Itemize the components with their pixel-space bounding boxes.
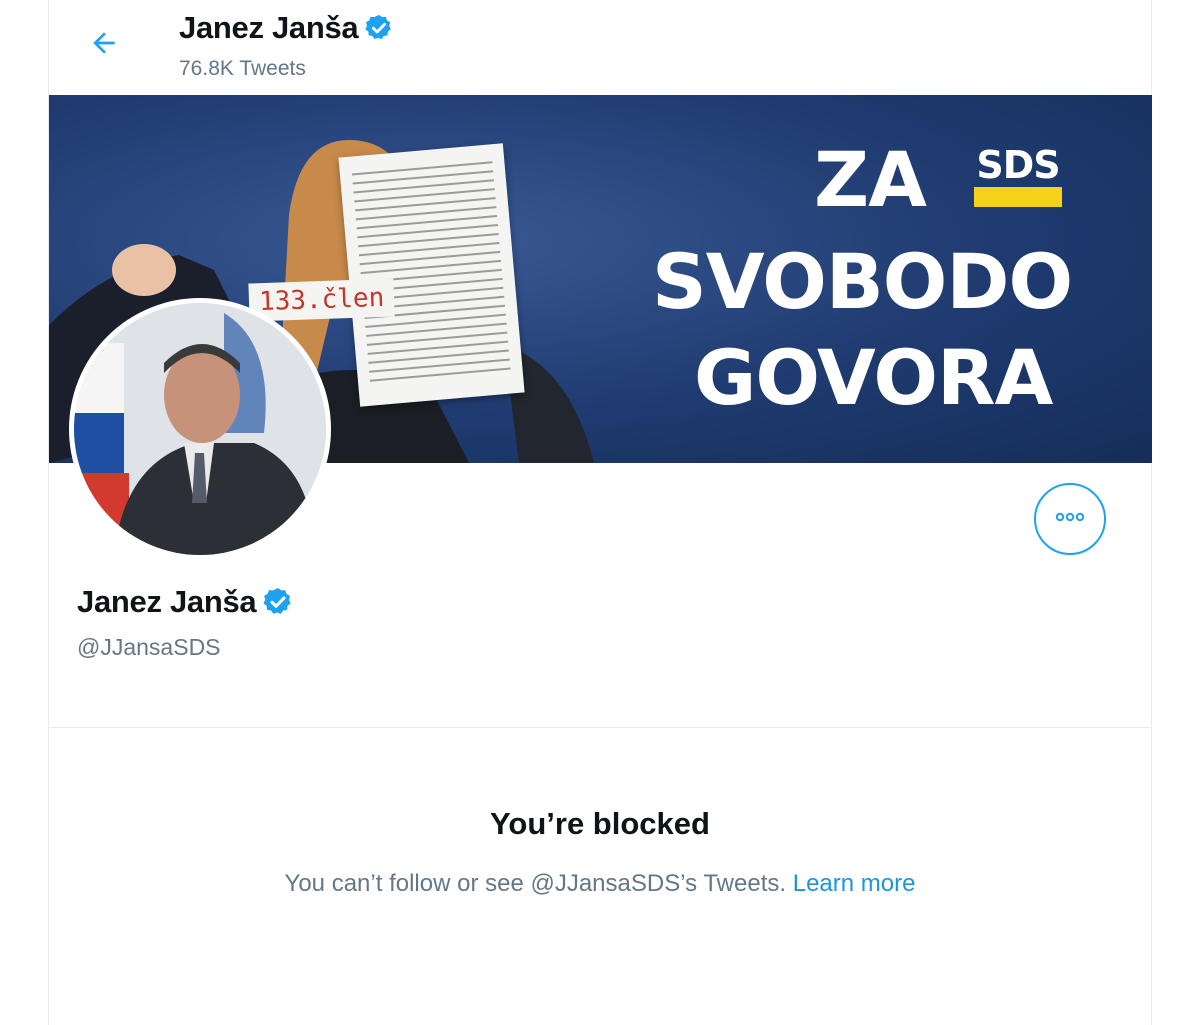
header-title: Janez Janša — [179, 10, 394, 46]
header-name: Janez Janša — [179, 10, 359, 45]
profile-header: Janez Janša 76.8K Tweets — [49, 0, 1151, 95]
sds-logo-text: SDS — [976, 143, 1060, 187]
verified-badge-icon — [364, 13, 394, 43]
blocked-title: You’re blocked — [490, 806, 710, 841]
learn-more-link[interactable]: Learn more — [793, 870, 916, 897]
tweet-count: 76.8K Tweets — [179, 57, 306, 80]
verified-badge-icon — [262, 586, 294, 618]
banner-document — [338, 143, 525, 407]
back-button[interactable] — [79, 20, 129, 70]
profile-name-text: Janez Janša — [77, 584, 257, 619]
avatar-photo — [74, 303, 326, 555]
banner-slogan-line1: ZA — [814, 135, 927, 224]
article-label: 133.člen — [248, 278, 395, 322]
section-divider — [49, 727, 1151, 728]
banner-slogan-line2: SVOBODO — [652, 237, 1073, 326]
more-options-button[interactable] — [1034, 483, 1106, 555]
sds-logo: SDS — [974, 145, 1062, 207]
profile-column: Janez Janša 76.8K Tweets 133.člen ZA SDS… — [48, 0, 1152, 1025]
profile-handle: @JJansaSDS — [77, 634, 221, 660]
more-options-icon — [1055, 510, 1085, 528]
blocked-message: You can’t follow or see @JJansaSDS’s Twe… — [49, 870, 1151, 898]
banner-slogan-line3: GOVORA — [694, 333, 1053, 422]
sds-logo-bar — [974, 187, 1062, 207]
back-arrow-icon — [88, 27, 120, 64]
profile-avatar[interactable] — [69, 298, 331, 560]
blocked-message-text: You can’t follow or see @JJansaSDS’s Twe… — [284, 870, 787, 897]
profile-name: Janez Janša — [77, 584, 294, 620]
